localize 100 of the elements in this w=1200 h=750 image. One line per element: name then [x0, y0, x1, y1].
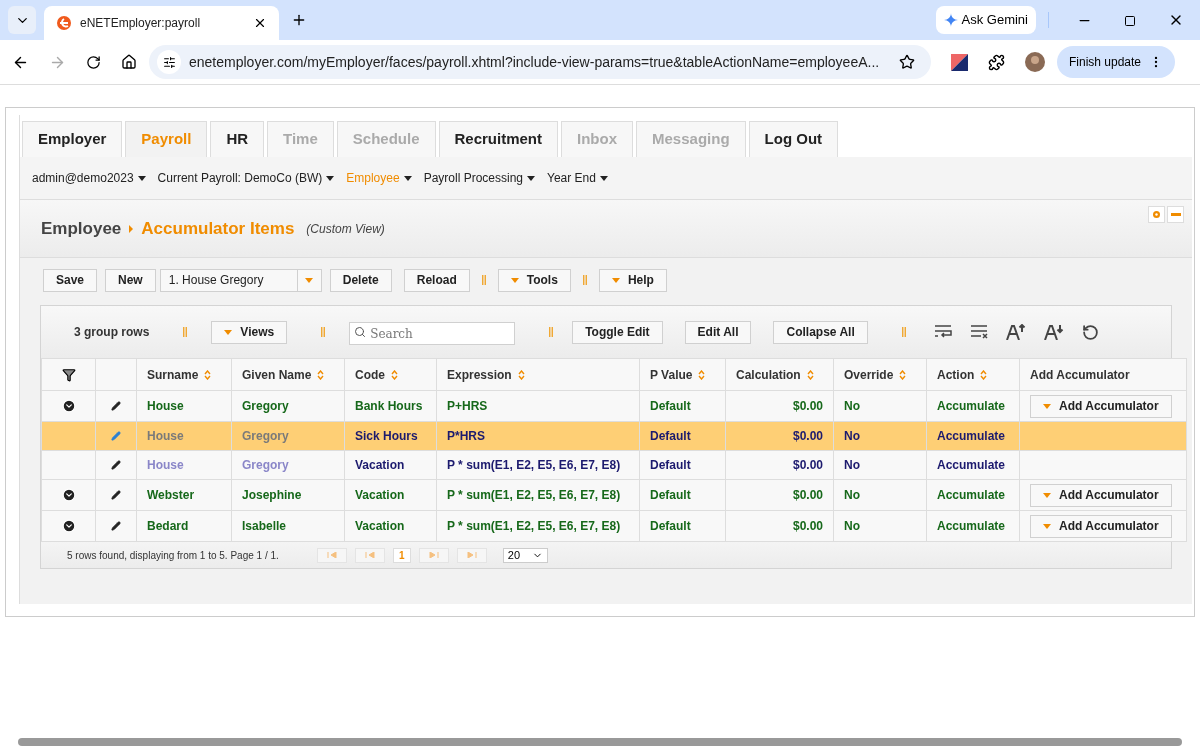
reload-icon[interactable] [86, 54, 101, 70]
table-cell: No [833, 479, 927, 511]
clear-format-icon[interactable] [969, 324, 988, 340]
search-field[interactable]: Search [349, 322, 516, 345]
column-header[interactable]: Action [926, 358, 1020, 391]
reset-icon[interactable] [1081, 323, 1099, 341]
table-cell: Bank Hours [344, 390, 437, 422]
record-select[interactable]: 1. House Gregory [159, 268, 322, 292]
new-tab-icon[interactable] [291, 12, 307, 28]
horizontal-scrollbar[interactable] [18, 738, 1182, 746]
views-button[interactable]: Views [211, 320, 288, 344]
update-button[interactable]: Finish update [1057, 46, 1176, 78]
caret-icon [305, 277, 314, 283]
table-row[interactable]: House Gregory Bank Hours P+HRS Default $0.00 No Accumulate Add Accumulator [41, 390, 1187, 422]
toggle-edit-button[interactable]: Toggle Edit [572, 320, 663, 344]
font-decrease-icon[interactable] [1043, 324, 1064, 340]
column-header[interactable]: P Value [639, 358, 726, 391]
minus-icon [1170, 213, 1181, 216]
separator-icon [183, 327, 188, 337]
table-cell: Accumulate [926, 479, 1020, 511]
collapse-row-icon[interactable] [61, 488, 76, 502]
table-cell: Vacation [344, 479, 437, 511]
table-row[interactable]: House Gregory Sick Hours P*HRS Default $0.00 No Accumulate [41, 421, 1187, 451]
reload-button[interactable]: Reload [403, 268, 470, 292]
bookmark-star-icon[interactable] [899, 54, 915, 70]
puzzle-icon[interactable] [988, 53, 1005, 71]
table-cell: Default [639, 450, 726, 480]
wrap-text-icon[interactable] [933, 324, 952, 340]
tools-button[interactable]: Tools [497, 268, 571, 292]
add-accumulator-button[interactable]: Add Accumulator [1030, 483, 1172, 507]
site-info-icon[interactable] [162, 55, 176, 69]
page-size-select[interactable]: 20 [502, 547, 548, 563]
edit-icon[interactable] [111, 521, 121, 531]
table-row[interactable]: House Gregory Vacation P * sum(E1, E2, E5, E6, E7, E8) Default $0.00 No Accumulate [41, 450, 1187, 480]
separator-icon [549, 327, 554, 337]
table-cell: Isabelle [231, 510, 345, 542]
extension-icon[interactable] [951, 53, 968, 71]
table-cell: House [136, 390, 232, 422]
page-title: Accumulator Items [141, 217, 295, 240]
breadcrumb-parent[interactable]: Employee [41, 215, 122, 242]
collapse-row-icon[interactable] [61, 519, 76, 533]
table-cell: Accumulate [926, 421, 1020, 451]
caret-icon [1043, 403, 1051, 409]
column-header[interactable]: Surname [136, 358, 232, 391]
delete-button[interactable]: Delete [329, 268, 392, 292]
edit-icon[interactable] [111, 490, 121, 500]
column-header[interactable]: Code [344, 358, 437, 391]
table-cell: Default [639, 479, 726, 511]
column-header[interactable]: Add Accumulator [1019, 358, 1187, 391]
gemini-button[interactable]: Ask Gemini [935, 6, 1036, 34]
edit-icon[interactable] [111, 401, 121, 411]
column-header[interactable]: Given Name [231, 358, 345, 391]
table-cell: $0.00 [725, 421, 834, 451]
avatar-icon[interactable] [1025, 52, 1045, 72]
caret-icon [224, 329, 233, 335]
browser-tab[interactable]: eNETEmployer:payroll [44, 6, 279, 40]
collapse-all-button[interactable]: Collapse All [773, 320, 868, 344]
caret-icon [611, 277, 620, 283]
save-button[interactable]: Save [43, 268, 98, 292]
add-accumulator-button[interactable]: Add Accumulator [1030, 514, 1172, 538]
close-icon[interactable] [253, 16, 267, 30]
menu-item[interactable]: Year End [547, 169, 608, 187]
nav-tab[interactable]: HR [210, 121, 265, 157]
table-row[interactable]: Webster Josephine Vacation P * sum(E1, E2, E5, E6, E7, E8) Default $0.00 No Accumulate Add Accumulator [41, 479, 1187, 511]
column-header[interactable]: Calculation [725, 358, 834, 391]
menu-item[interactable]: admin@demo2023 [32, 169, 146, 187]
caret-icon [1043, 523, 1051, 529]
collapse-row-icon[interactable] [61, 399, 76, 413]
nav-tab[interactable]: Recruitment [438, 121, 559, 157]
maximize-icon[interactable] [1124, 15, 1136, 27]
add-accumulator-button[interactable]: Add Accumulator [1030, 394, 1172, 418]
home-icon[interactable] [121, 54, 137, 70]
nav-tab[interactable]: Employer [22, 121, 123, 157]
table-cell: House [136, 450, 232, 480]
table-cell: Default [639, 390, 726, 422]
breadcrumb-arrow-icon [129, 224, 134, 233]
nav-tab[interactable]: Log Out [748, 121, 839, 157]
column-header[interactable]: Expression [436, 358, 640, 391]
font-increase-icon[interactable] [1005, 324, 1026, 340]
filter-icon[interactable] [61, 367, 76, 382]
caret-icon [527, 175, 536, 181]
table-cell: Default [639, 510, 726, 542]
table-cell: P * sum(E1, E2, E5, E6, E7, E8) [436, 450, 640, 480]
view-note: (Custom View) [306, 220, 385, 238]
table-cell: Josephine [231, 479, 345, 511]
table-cell: Bedard [136, 510, 232, 542]
table-cell: $0.00 [725, 479, 834, 511]
edit-all-button[interactable]: Edit All [684, 320, 752, 344]
menu-item[interactable]: Payroll Processing [423, 169, 536, 187]
table-cell: P*HRS [436, 421, 640, 451]
edit-icon[interactable] [111, 460, 121, 470]
address-bar[interactable]: enetemployer.com/myEmployer/faces/payroll.xhtml?include-view-params=true&tableActionName=employeeA... [149, 45, 931, 79]
table-cell: $0.00 [725, 510, 834, 542]
new-button[interactable]: New [105, 268, 156, 292]
column-header[interactable]: Override [833, 358, 927, 391]
menu-item[interactable]: Current Payroll: DemoCo (BW) [157, 169, 335, 187]
table-cell: Webster [136, 479, 232, 511]
help-button[interactable]: Help [598, 268, 667, 292]
table-cell: No [833, 510, 927, 542]
table-row[interactable]: Bedard Isabelle Vacation P * sum(E1, E2, E5, E6, E7, E8) Default $0.00 No Accumulate Add Accumulator [41, 510, 1187, 542]
